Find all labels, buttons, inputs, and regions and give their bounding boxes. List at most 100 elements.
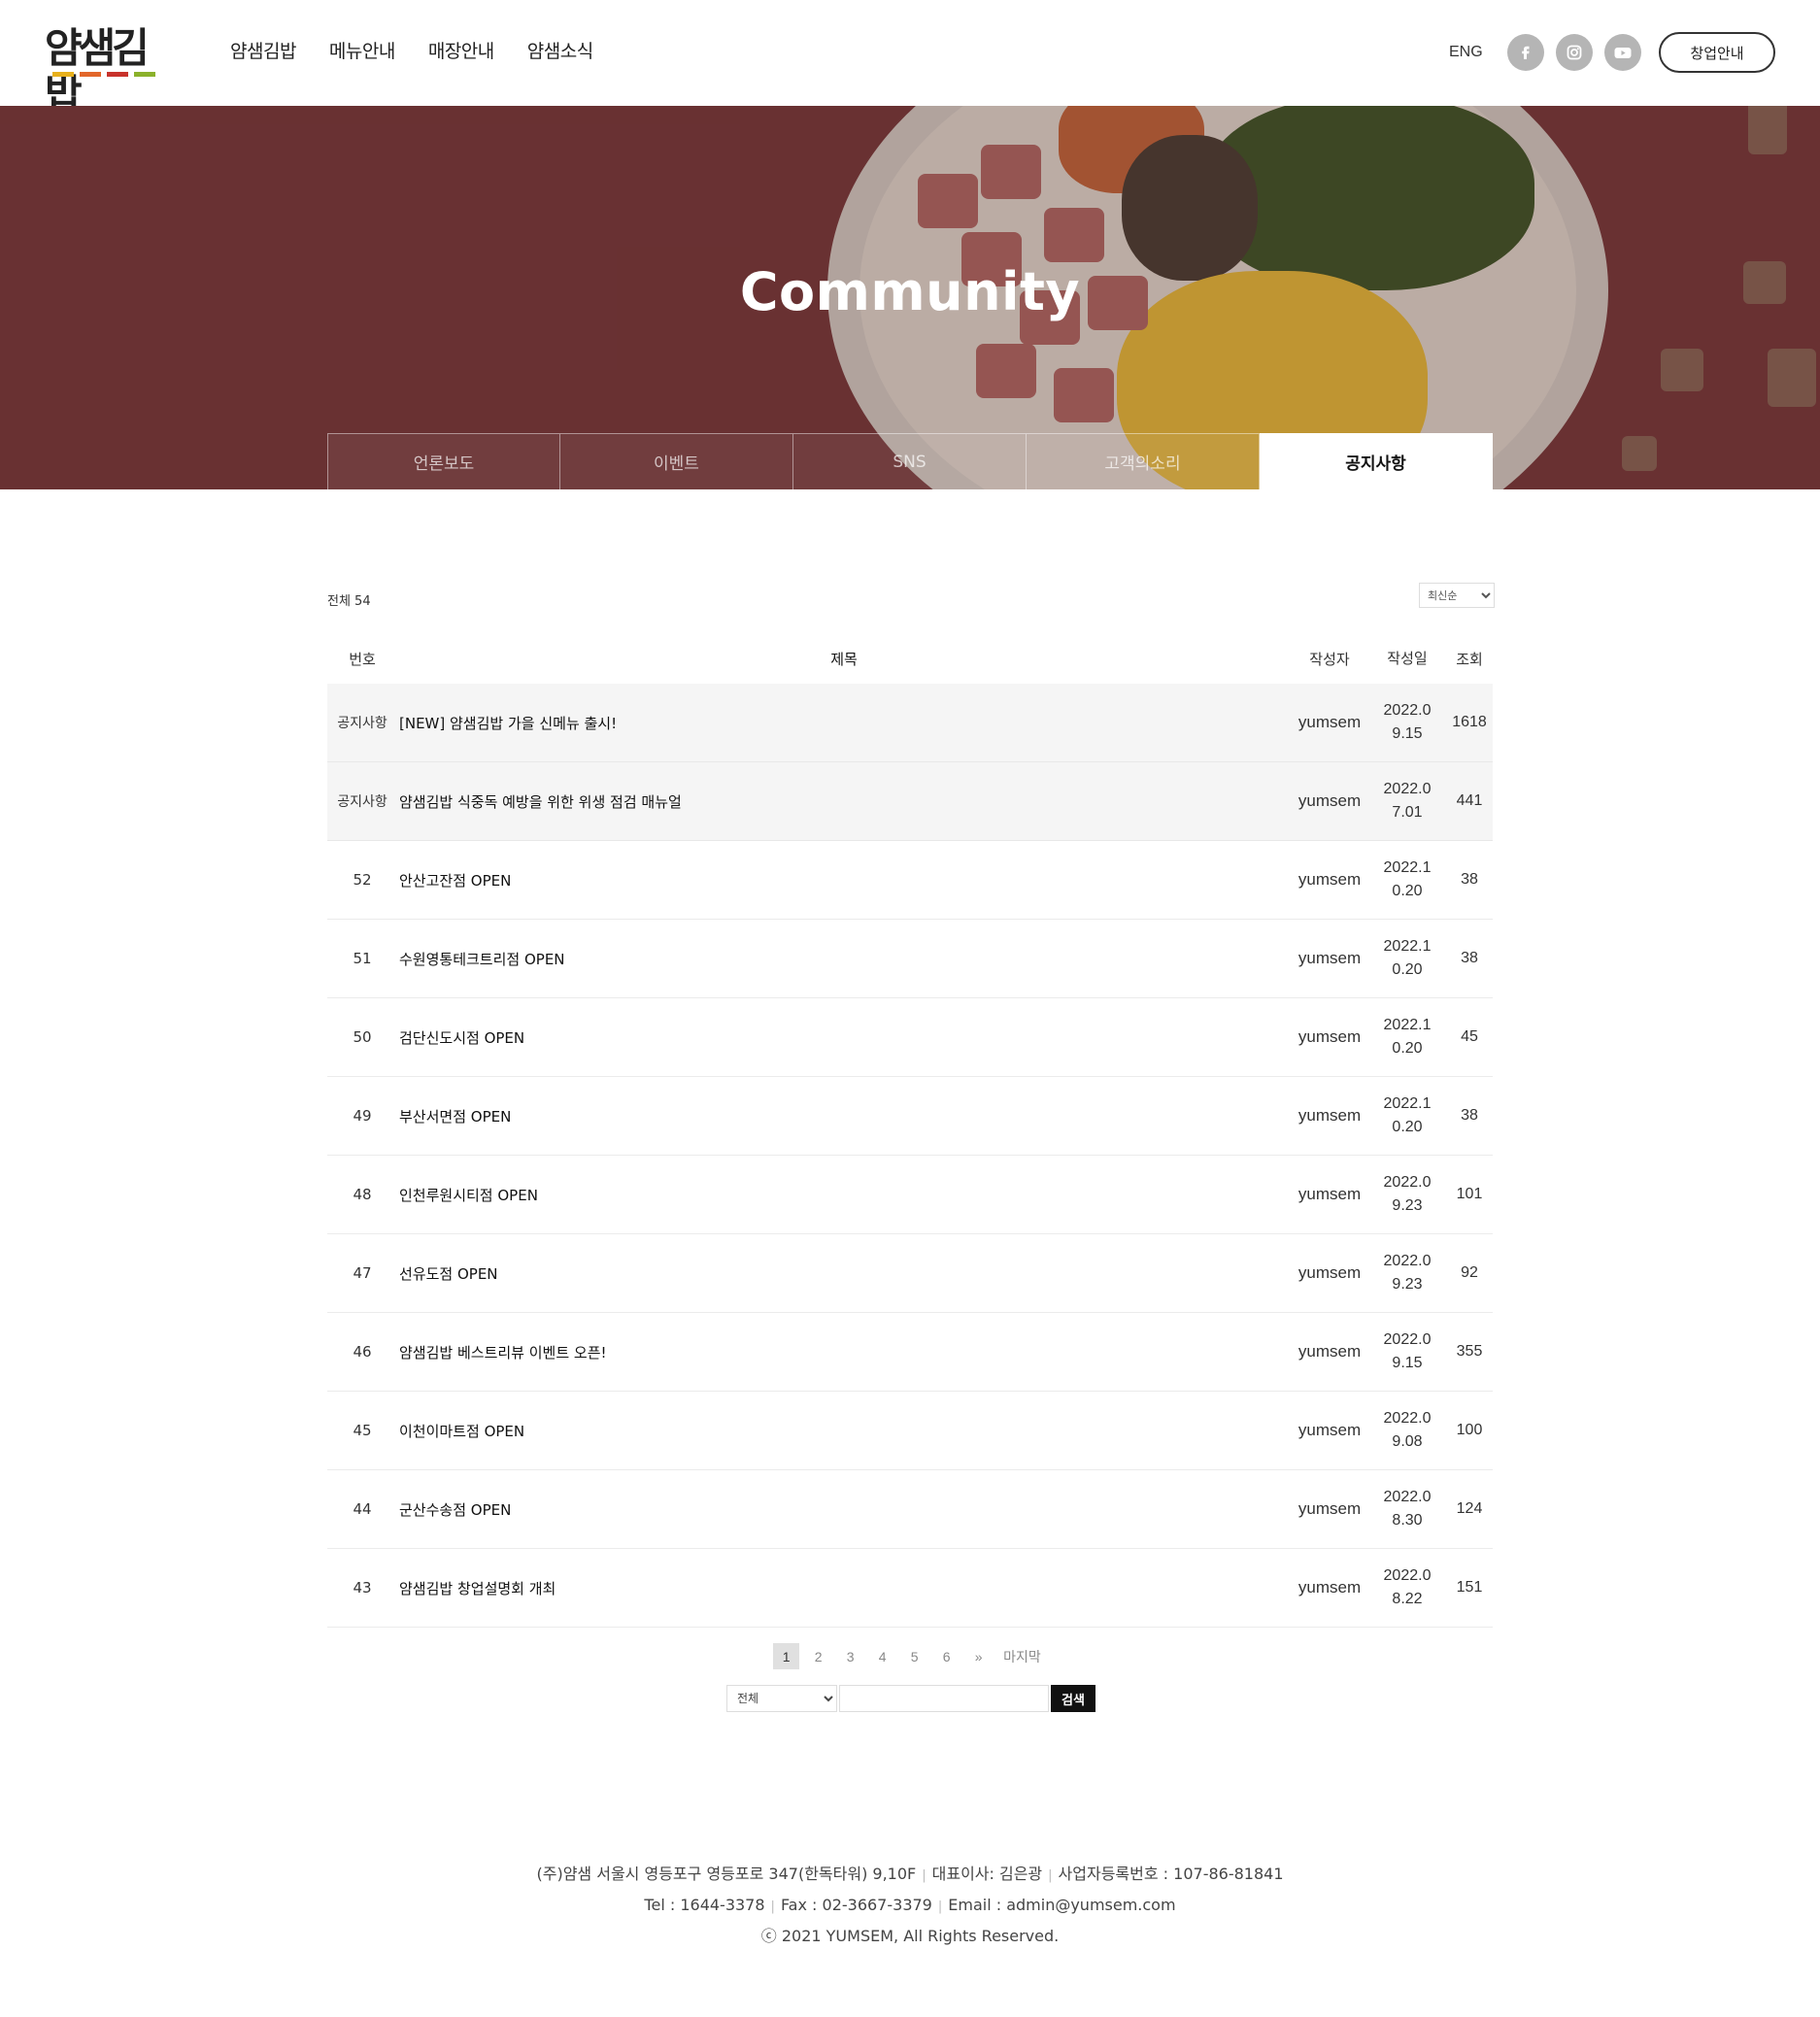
notice-row[interactable]: 공지사항 얌샘김밥 식중독 예방을 위한 위생 점검 매뉴얼 yumsem 2022.… (327, 762, 1493, 841)
row-number: 46 (353, 1343, 372, 1361)
facebook-icon (1522, 46, 1530, 59)
page-link[interactable]: 4 (869, 1643, 895, 1669)
table-row[interactable]: 49 부산서면점 OPEN yumsem 2022.10.20 38 (327, 1077, 1493, 1156)
footer-copyright: ⓒ 2021 YUMSEM, All Rights Reserved. (760, 1927, 1060, 1945)
tab-event[interactable]: 이벤트 (560, 433, 793, 489)
search-button[interactable]: 검색 (1051, 1685, 1095, 1712)
nav-item-stores[interactable]: 매장안내 (428, 37, 494, 63)
logo[interactable]: 얌샘김밥 (45, 25, 173, 118)
nav-item-news[interactable]: 얌샘소식 (527, 37, 593, 63)
row-writer: yumsem (1298, 1421, 1362, 1439)
row-writer: yumsem (1298, 713, 1362, 731)
row-views: 38 (1461, 1107, 1478, 1124)
page-link[interactable]: 1 (773, 1643, 800, 1669)
row-number: 공지사항 (337, 716, 388, 731)
column-header-writer: 작성자 (1309, 650, 1350, 668)
language-toggle[interactable]: ENG (1449, 44, 1483, 61)
row-views: 38 (1461, 871, 1478, 888)
total-count: 전체 54 (327, 594, 371, 609)
startup-button[interactable]: 창업안내 (1659, 32, 1775, 73)
table-row[interactable]: 47 선유도점 OPEN yumsem 2022.09.23 92 (327, 1234, 1493, 1313)
instagram-link[interactable] (1556, 34, 1593, 71)
search-input[interactable] (839, 1685, 1049, 1712)
page-link[interactable]: 3 (837, 1643, 863, 1669)
table-row[interactable]: 46 얌샘김밥 베스트리뷰 이벤트 오픈! yumsem 2022.09.15 355 (327, 1313, 1493, 1392)
column-header-no: 번호 (349, 650, 376, 668)
tab-customer-voice[interactable]: 고객의소리 (1027, 433, 1260, 489)
row-writer: yumsem (1298, 1499, 1362, 1518)
row-title[interactable]: 얌샘김밥 베스트리뷰 이벤트 오픈! (397, 1342, 1291, 1362)
row-number: 49 (353, 1107, 372, 1125)
row-title[interactable]: 얌샘김밥 식중독 예방을 위한 위생 점검 매뉴얼 (397, 791, 1291, 812)
tab-sns[interactable]: SNS (793, 433, 1027, 489)
page-link[interactable]: » (965, 1643, 992, 1669)
row-date: 2022.07.01 (1383, 781, 1432, 821)
row-number: 48 (353, 1186, 372, 1203)
row-title[interactable]: [NEW] 얌샘김밥 가을 신메뉴 출시! (397, 713, 1291, 733)
row-views: 38 (1461, 950, 1478, 966)
row-title[interactable]: 수원영통테크트리점 OPEN (397, 949, 1291, 969)
logo-bar-orange (80, 72, 101, 77)
sort-select[interactable]: 최신순 (1419, 583, 1495, 608)
table-row[interactable]: 52 안산고잔점 OPEN yumsem 2022.10.20 38 (327, 841, 1493, 920)
notice-row[interactable]: 공지사항 [NEW] 얌샘김밥 가을 신메뉴 출시! yumsem 2022.09.1… (327, 684, 1493, 762)
nav-item-yumsem[interactable]: 얌샘김밥 (230, 37, 296, 63)
footer-line-1: (주)얌샘 서울시 영등포구 영등포로 347(한독타워) 9,10F | 대표이사… (0, 1860, 1820, 1891)
row-writer: yumsem (1298, 1263, 1362, 1282)
community-tabs: 언론보도 이벤트 SNS 고객의소리 공지사항 (327, 433, 1493, 489)
search-bar: 전체 검색 (726, 1685, 1095, 1712)
table-header: 번호 제목 작성자 작성일 조회 (327, 633, 1493, 684)
row-title[interactable]: 검단신도시점 OPEN (397, 1027, 1291, 1048)
row-title[interactable]: 얌샘김밥 창업설명회 개최 (397, 1578, 1291, 1598)
youtube-link[interactable] (1604, 34, 1641, 71)
site-header: 얌샘김밥 얌샘김밥 메뉴안내 매장안내 얌샘소식 ENG 창업안내 (0, 0, 1820, 118)
page-link[interactable]: 6 (933, 1643, 960, 1669)
row-writer: yumsem (1298, 1106, 1362, 1125)
row-writer: yumsem (1298, 791, 1362, 810)
table-body: 공지사항 [NEW] 얌샘김밥 가을 신메뉴 출시! yumsem 2022.09.1… (327, 684, 1493, 1628)
row-views: 100 (1456, 1422, 1483, 1438)
row-title[interactable]: 부산서면점 OPEN (397, 1106, 1291, 1126)
search-field-select[interactable]: 전체 (726, 1685, 837, 1712)
row-title[interactable]: 인천루원시티점 OPEN (397, 1185, 1291, 1205)
facebook-link[interactable] (1507, 34, 1544, 71)
footer-company: (주)얌샘 서울시 영등포구 영등포로 347(한독타워) 9,10F (536, 1865, 917, 1883)
row-date: 2022.10.20 (1383, 1095, 1432, 1135)
row-title[interactable]: 군산수송점 OPEN (397, 1499, 1291, 1520)
page-link[interactable]: 마지막 (997, 1643, 1047, 1669)
page-link[interactable]: 5 (901, 1643, 927, 1669)
row-date: 2022.09.23 (1383, 1174, 1432, 1214)
table-row[interactable]: 44 군산수송점 OPEN yumsem 2022.08.30 124 (327, 1470, 1493, 1549)
row-views: 92 (1461, 1264, 1478, 1281)
row-views: 124 (1456, 1500, 1483, 1517)
row-date: 2022.10.20 (1383, 859, 1432, 899)
table-row[interactable]: 50 검단신도시점 OPEN yumsem 2022.10.20 45 (327, 998, 1493, 1077)
row-writer: yumsem (1298, 1342, 1362, 1361)
row-views: 45 (1461, 1028, 1478, 1045)
logo-bar-green (134, 72, 155, 77)
row-views: 151 (1456, 1579, 1483, 1596)
table-row[interactable]: 51 수원영통테크트리점 OPEN yumsem 2022.10.20 38 (327, 920, 1493, 998)
page-link[interactable]: 2 (805, 1643, 831, 1669)
row-number: 44 (353, 1500, 372, 1518)
row-title[interactable]: 이천이마트점 OPEN (397, 1421, 1291, 1441)
table-row[interactable]: 48 인천루원시티점 OPEN yumsem 2022.09.23 101 (327, 1156, 1493, 1234)
row-date: 2022.10.20 (1383, 1017, 1432, 1057)
row-title[interactable]: 안산고잔점 OPEN (397, 870, 1291, 891)
footer-ceo: 대표이사: 김은광 (931, 1865, 1043, 1883)
table-row[interactable]: 43 얌샘김밥 창업설명회 개최 yumsem 2022.08.22 151 (327, 1549, 1493, 1628)
row-views: 355 (1456, 1343, 1483, 1360)
row-writer: yumsem (1298, 1578, 1362, 1597)
footer-email: Email : admin@yumsem.com (948, 1896, 1176, 1914)
column-header-title: 제목 (830, 650, 858, 668)
tab-notice[interactable]: 공지사항 (1260, 433, 1493, 489)
column-header-views: 조회 (1456, 650, 1483, 668)
nav-item-menu[interactable]: 메뉴안내 (329, 37, 395, 63)
tab-press[interactable]: 언론보도 (327, 433, 560, 489)
row-title[interactable]: 선유도점 OPEN (397, 1263, 1291, 1284)
row-number: 43 (353, 1579, 372, 1597)
table-row[interactable]: 45 이천이마트점 OPEN yumsem 2022.09.08 100 (327, 1392, 1493, 1470)
row-number: 51 (353, 950, 372, 967)
footer-divider: | (922, 1868, 927, 1883)
row-date: 2022.10.20 (1383, 938, 1432, 978)
